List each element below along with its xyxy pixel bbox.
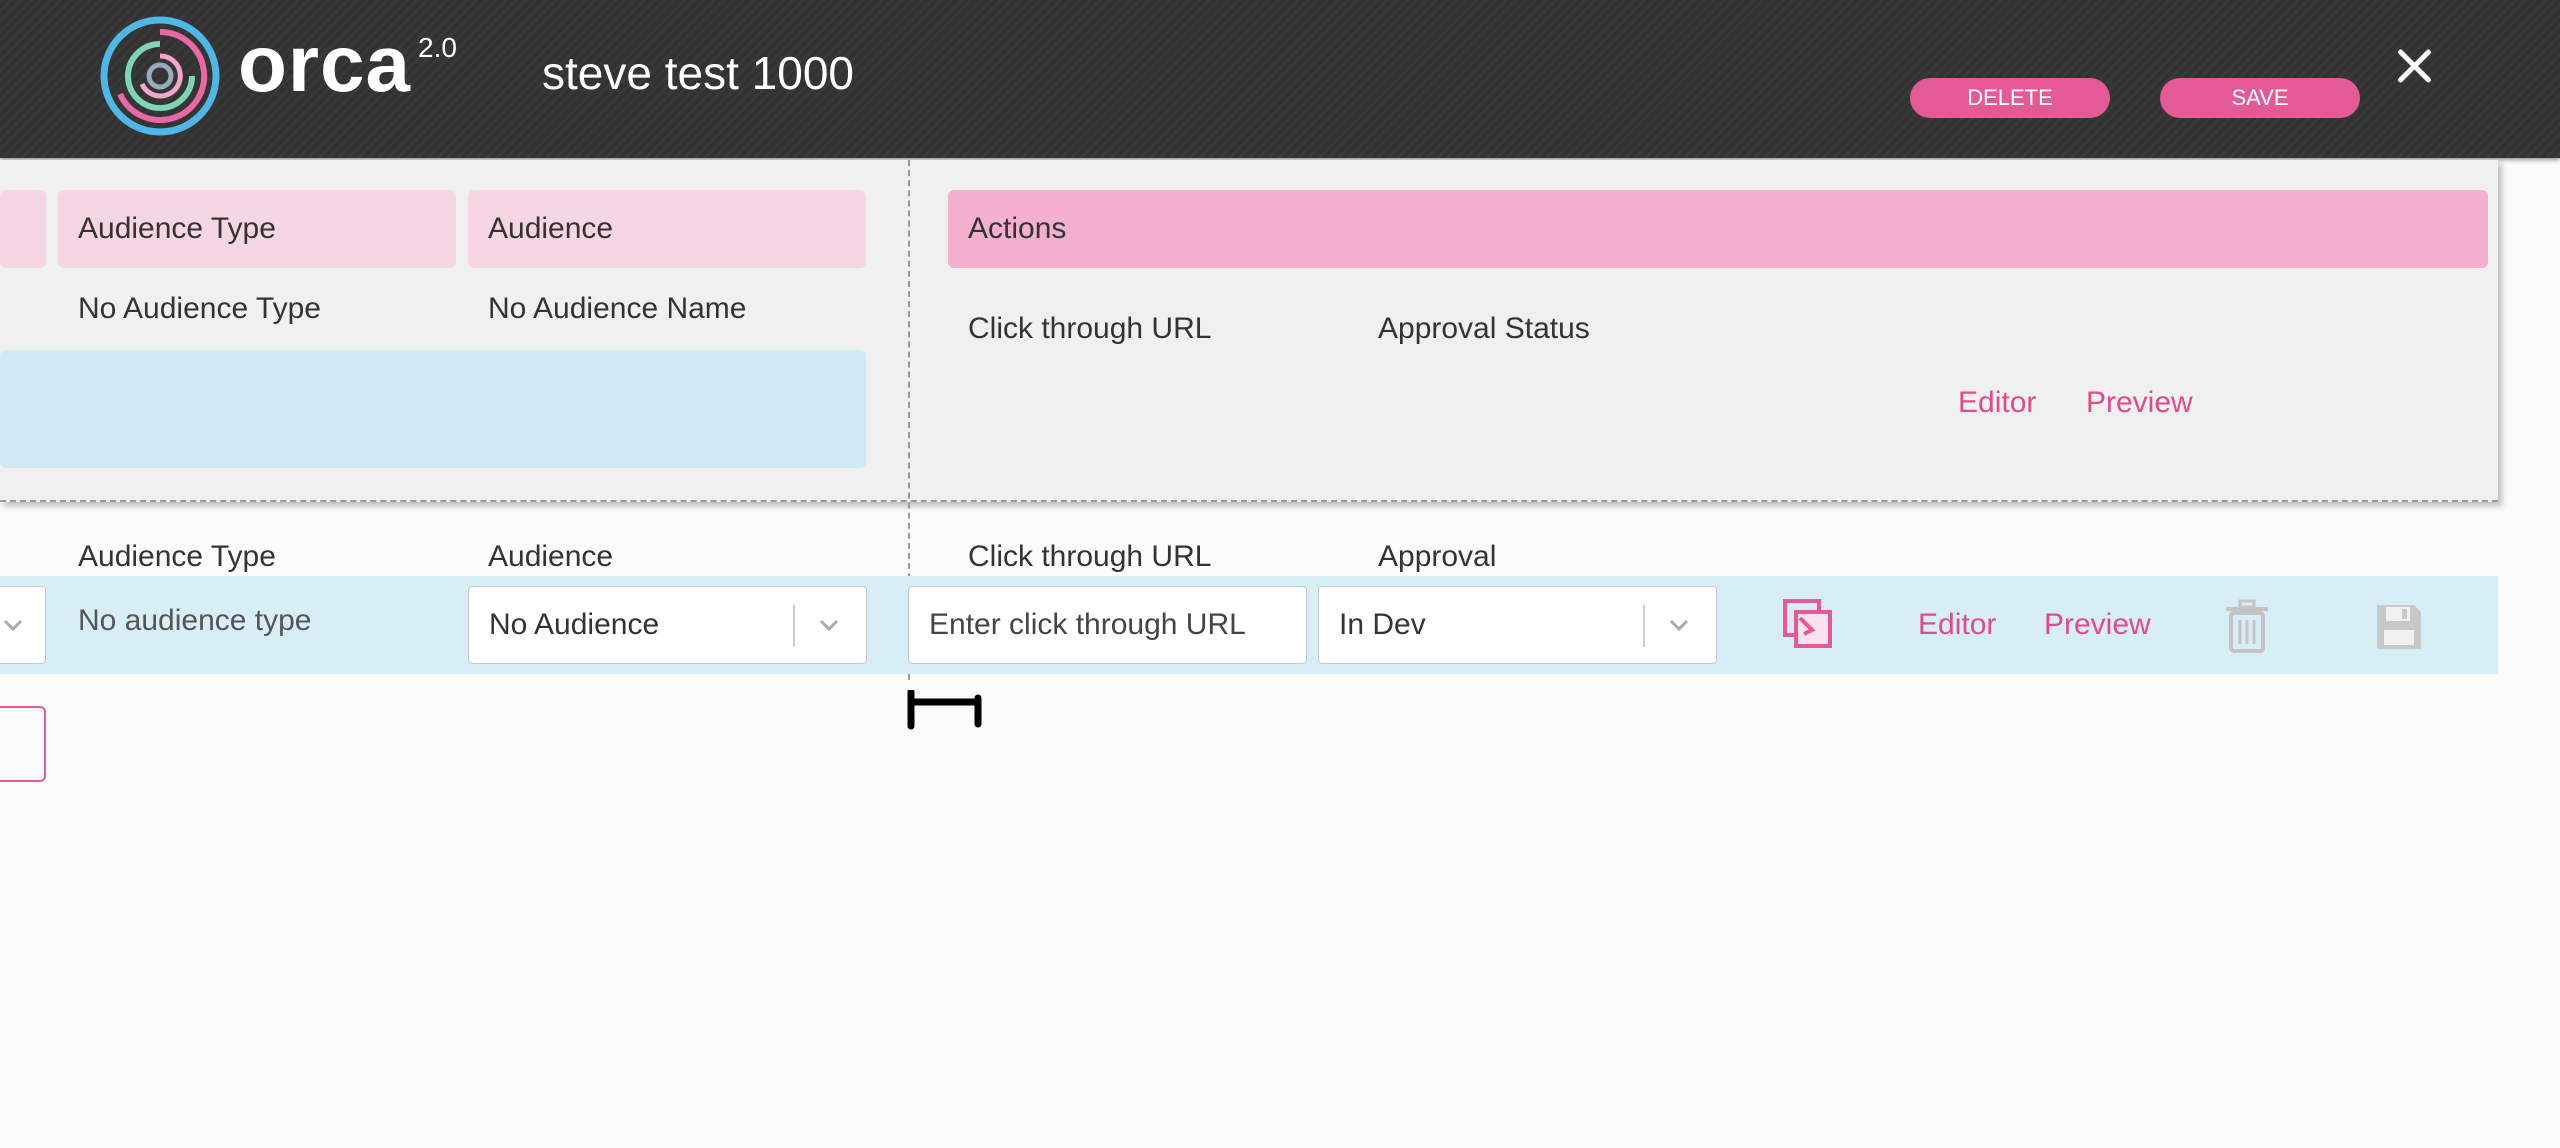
resize-cursor-icon [907, 690, 982, 730]
url-placeholder: Enter click through URL [929, 608, 1246, 641]
close-icon[interactable] [2390, 42, 2440, 92]
chevron-down-icon [3, 619, 23, 632]
approval-select-value: In Dev [1339, 608, 1426, 641]
audience-select-value: No Audience [489, 608, 660, 641]
row-label-approval: Approval [1378, 540, 1497, 573]
column-header-audience: Audience [468, 190, 866, 268]
copy-icon[interactable] [1780, 596, 1836, 652]
app-header: orca 2.0 steve test 1000 DELETE SAVE [0, 0, 2560, 158]
row-label-audience: Audience [488, 540, 614, 573]
trash-icon[interactable] [2222, 598, 2272, 654]
audience-select[interactable]: No Audience [468, 586, 867, 664]
floppy-save-icon[interactable] [2374, 602, 2424, 652]
approval-status-label: Approval Status [1378, 312, 1590, 345]
partial-input[interactable] [0, 706, 46, 782]
audience-type-value: No Audience Type [78, 292, 321, 325]
partial-select[interactable] [0, 586, 46, 664]
save-button[interactable]: SAVE [2160, 78, 2360, 118]
column-header-partial [0, 190, 46, 268]
audience-type-static: No audience type [78, 604, 312, 637]
preview-link[interactable]: Preview [2086, 386, 2193, 420]
approval-select[interactable]: In Dev [1318, 586, 1717, 664]
delete-button[interactable]: DELETE [1910, 78, 2110, 118]
row-label-audience-type: Audience Type [78, 540, 276, 573]
audience-drop-zone [0, 350, 866, 468]
editor-link[interactable]: Editor [1918, 608, 1996, 642]
chevron-down-icon [1669, 619, 1689, 632]
column-header-audience-type: Audience Type [58, 190, 456, 268]
preview-link[interactable]: Preview [2044, 608, 2151, 642]
project-title: steve test 1000 [542, 47, 854, 99]
row-label-click-through: Click through URL [968, 540, 1212, 573]
click-through-label: Click through URL [968, 312, 1212, 345]
click-through-url-input[interactable]: Enter click through URL [908, 586, 1307, 664]
editor-link[interactable]: Editor [1958, 386, 2036, 420]
chevron-down-icon [819, 619, 839, 632]
orca-logo-icon [100, 16, 220, 136]
logo-version: 2.0 [418, 32, 457, 63]
select-separator [793, 605, 795, 647]
header-panel: Audience Type Audience Actions No Audien… [0, 160, 2498, 502]
audience-value: No Audience Name [488, 292, 747, 325]
logo-wordmark: orca [238, 19, 411, 108]
column-header-actions: Actions [948, 190, 2488, 268]
select-separator [1643, 605, 1645, 647]
